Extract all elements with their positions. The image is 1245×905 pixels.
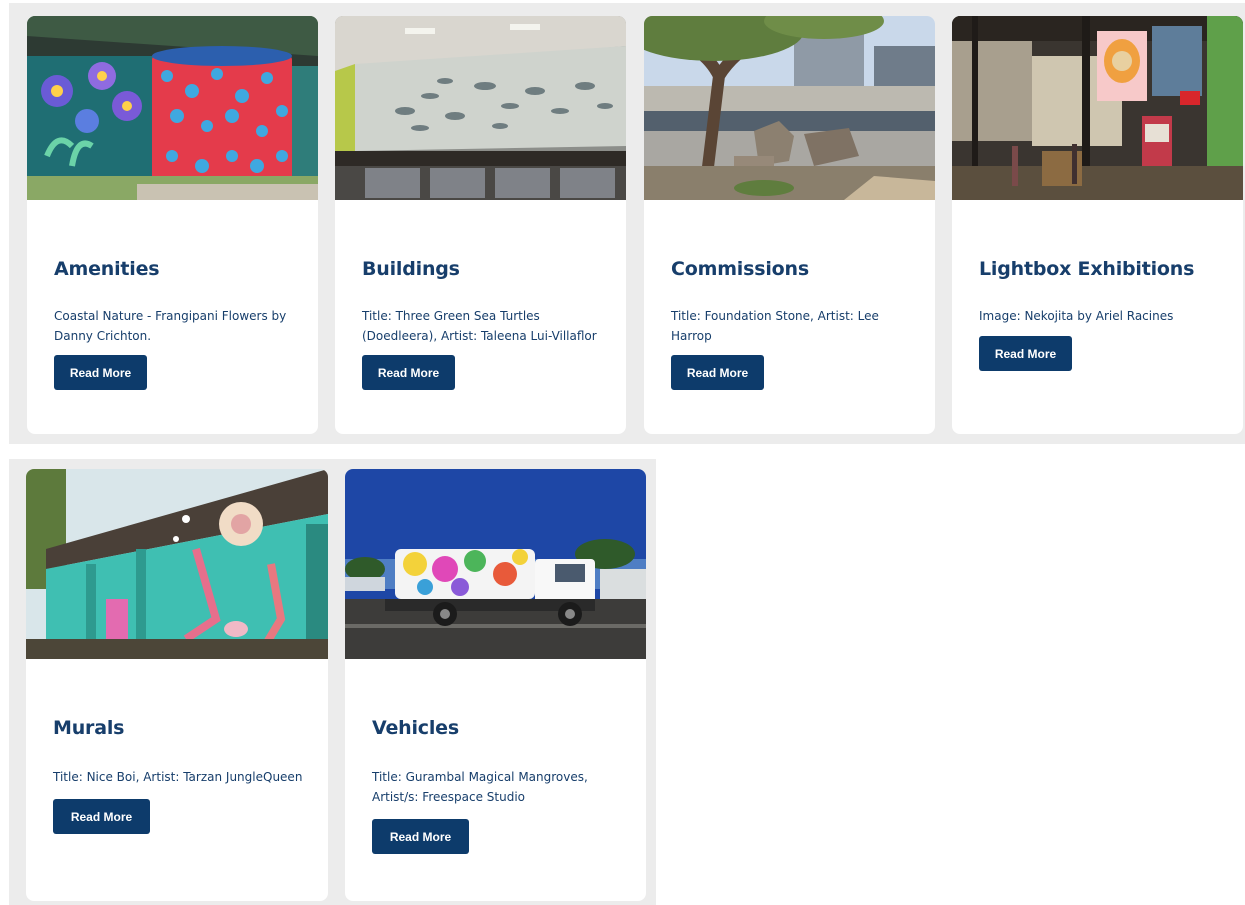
card-commissions: Commissions Title: Foundation Stone, Art… [644,16,935,434]
card-murals: Murals Title: Nice Boi, Artist: Tarzan J… [26,469,328,901]
card-image[interactable] [644,16,935,200]
street-sweeper-truck-image [345,469,646,659]
card-buildings: Buildings Title: Three Green Sea Turtles… [335,16,626,434]
card-description: Title: Three Green Sea Turtles (Doedleer… [362,309,597,343]
foundation-stone-image [644,16,935,200]
lightbox-street-image [952,16,1243,200]
card-image[interactable] [26,469,328,659]
card-description: Image: Nekojita by Ariel Racines [979,309,1174,323]
sea-turtles-artwork-image [335,16,626,200]
card-image[interactable] [345,469,646,659]
water-tank-mural-image [27,16,318,200]
read-more-button[interactable]: Read More [362,355,455,390]
card-image[interactable] [27,16,318,200]
card-description: Coastal Nature - Frangipani Flowers by D… [54,309,287,343]
card-description: Title: Nice Boi, Artist: Tarzan JungleQu… [53,770,303,784]
read-more-button[interactable]: Read More [671,355,764,390]
card-title: Lightbox Exhibitions [979,258,1195,280]
card-title: Commissions [671,258,809,280]
read-more-button[interactable]: Read More [979,336,1072,371]
card-title: Buildings [362,258,460,280]
card-image[interactable] [952,16,1243,200]
card-image[interactable] [335,16,626,200]
card-title: Murals [53,717,125,739]
read-more-button[interactable]: Read More [53,799,150,834]
teal-wall-mural-image [26,469,328,659]
card-vehicles: Vehicles Title: Gurambal Magical Mangrov… [345,469,646,901]
read-more-button[interactable]: Read More [372,819,469,854]
card-title: Vehicles [372,717,459,739]
card-amenities: Amenities Coastal Nature - Frangipani Fl… [27,16,318,434]
card-title: Amenities [54,258,160,280]
read-more-button[interactable]: Read More [54,355,147,390]
card-description: Title: Foundation Stone, Artist: Lee Har… [671,309,879,343]
card-lightbox-exhibitions: Lightbox Exhibitions Image: Nekojita by … [952,16,1243,434]
card-description: Title: Gurambal Magical Mangroves, Artis… [372,770,588,804]
